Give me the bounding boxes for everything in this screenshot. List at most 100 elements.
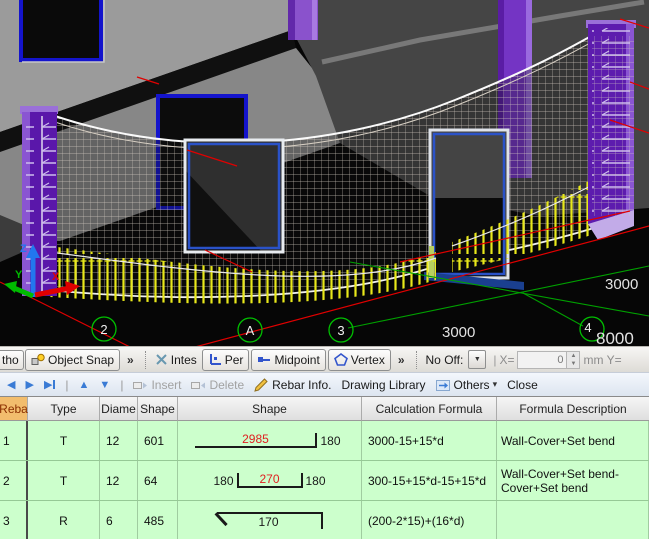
cell-formula[interactable]: 300-15+15*d-15+15*d [362, 461, 497, 500]
insert-label: Insert [151, 378, 181, 392]
cell-shape-code[interactable]: 601 [138, 421, 178, 460]
object-snap-label: Object Snap [48, 353, 114, 367]
others-button[interactable]: Others ▾ [433, 378, 501, 392]
axis-x-label: X [52, 271, 60, 283]
wall-window-opening [185, 140, 283, 252]
object-snap-button[interactable]: Object Snap [25, 349, 120, 371]
cell-shape-diagram[interactable]: 170 [178, 501, 362, 539]
cell-formula[interactable]: 3000-15+15*d [362, 421, 497, 460]
no-off-label: No Off: [426, 353, 464, 367]
object-snap-icon [31, 353, 45, 366]
cell-shape-code[interactable]: 64 [138, 461, 178, 500]
3d-viewport[interactable]: 2 A 3 4 3000 3000 8000 [0, 0, 649, 346]
table-toolbar: ◀ ▶ ▶ | ▲ ▼ | Insert Delete Rebar Info. [0, 372, 649, 396]
close-button[interactable]: Close [504, 378, 541, 392]
y-coordinate-label: mm Y= [583, 353, 621, 367]
others-label: Others [454, 378, 490, 392]
cell-diameter[interactable]: 12 [100, 461, 138, 500]
vertex-icon [334, 353, 348, 366]
drawing-library-button[interactable]: Drawing Library [339, 378, 429, 392]
stepper-down-icon[interactable]: ▼ [567, 360, 579, 368]
column-right [586, 20, 636, 240]
bubble-4: 4 [584, 320, 591, 335]
x-coordinate-stepper[interactable]: ▲▼ [517, 351, 580, 369]
rebar-table: Reba Type Diame Shape Shape Calculation … [0, 396, 649, 539]
separator: | [120, 378, 123, 392]
table-row[interactable]: 1 T 12 601 2985 180 3000-15+15*d Wall-Co… [0, 421, 649, 461]
cell-rebar-no[interactable]: 3 [0, 501, 28, 539]
3d-scene: 2 A 3 4 3000 3000 8000 [0, 0, 649, 346]
axis-y-label: Y [15, 269, 23, 281]
move-up-button[interactable]: ▲ [76, 379, 93, 391]
shape-diagram: 2985 180 [195, 433, 343, 448]
cell-type[interactable]: T [28, 421, 100, 460]
bend-length: 180 [306, 475, 326, 488]
x-coordinate-input[interactable] [517, 351, 567, 369]
ortho-button-partial[interactable]: tho [0, 350, 24, 370]
stepper-up-icon[interactable]: ▲ [567, 352, 579, 360]
vertex-label: Vertex [351, 353, 385, 367]
header-shape-code[interactable]: Shape [138, 397, 178, 421]
cell-rebar-no[interactable]: 2 [0, 461, 28, 500]
cell-type[interactable]: T [28, 461, 100, 500]
delete-icon [191, 378, 206, 392]
move-down-button[interactable]: ▼ [96, 379, 113, 391]
offset-dropdown[interactable]: No Off: ▼ [422, 350, 491, 370]
cell-diameter[interactable]: 12 [100, 421, 138, 460]
segment-length: 2985 [242, 433, 269, 446]
hook-mark [214, 512, 227, 526]
cell-shape-diagram[interactable]: 2985 180 [178, 421, 362, 460]
bubble-2: 2 [100, 322, 107, 337]
cell-shape-code[interactable]: 485 [138, 501, 178, 539]
intersection-snap-item[interactable]: Intes [151, 350, 201, 370]
close-label: Close [507, 378, 538, 392]
cell-description[interactable] [497, 501, 649, 539]
cell-type[interactable]: R [28, 501, 100, 539]
perpendicular-snap-button[interactable]: Per [202, 349, 250, 371]
header-shape-diagram[interactable]: Shape [178, 397, 362, 421]
shape-diagram: 170 [217, 512, 323, 529]
table-row[interactable]: 2 T 12 64 180 270 180 300-15+15*d-15+15*… [0, 461, 649, 501]
separator [145, 351, 146, 369]
rebar-cad-window: 2 A 3 4 3000 3000 8000 [0, 0, 649, 539]
delete-button[interactable]: Delete [188, 378, 247, 392]
drawing-library-label: Drawing Library [342, 378, 426, 392]
dim-bottom: 3000 [442, 324, 475, 341]
header-diameter[interactable]: Diame [100, 397, 138, 421]
cell-description[interactable]: Wall-Cover+Set bend-Cover+Set bend [497, 461, 649, 500]
header-formula-description[interactable]: Formula Description [497, 397, 649, 421]
nav-last-button[interactable]: ▶ [41, 378, 58, 391]
cell-shape-diagram[interactable]: 180 270 180 [178, 461, 362, 500]
separator [416, 351, 417, 369]
segment-length: 170 [258, 516, 278, 529]
building-window-1 [21, 0, 101, 60]
chevron-down-icon[interactable]: ▼ [468, 350, 486, 369]
nav-prev-button[interactable]: ◀ [4, 378, 18, 391]
ortho-label: tho [2, 353, 19, 367]
cell-formula[interactable]: (200-2*15)+(16*d) [362, 501, 497, 539]
cell-diameter[interactable]: 6 [100, 501, 138, 539]
column-mid [288, 0, 318, 40]
per-label: Per [225, 353, 244, 367]
cell-rebar-no[interactable]: 1 [0, 421, 28, 460]
insert-button[interactable]: Insert [130, 378, 184, 392]
header-rebar-no[interactable]: Reba [0, 397, 28, 421]
stepper-arrows[interactable]: ▲▼ [567, 351, 580, 369]
table-row[interactable]: 3 R 6 485 170 (200-2*15)+(16*d) [0, 501, 649, 539]
rebar-info-button[interactable]: Rebar Info. [251, 378, 334, 392]
vertex-snap-button[interactable]: Vertex [328, 349, 391, 371]
bubble-A: A [246, 323, 255, 338]
nav-next-button[interactable]: ▶ [22, 378, 36, 391]
dim-corner: 8000 [596, 329, 634, 346]
midpoint-snap-button[interactable]: Midpoint [251, 349, 325, 371]
header-calculation-formula[interactable]: Calculation Formula [362, 397, 497, 421]
delete-label: Delete [209, 378, 244, 392]
toolbar-overflow-left[interactable]: » [127, 353, 134, 367]
bubble-3: 3 [337, 323, 344, 338]
bend-length: 180 [213, 475, 233, 488]
header-type[interactable]: Type [28, 397, 100, 421]
toolbar-overflow-right[interactable]: » [398, 353, 405, 367]
dim-right: 3000 [605, 276, 638, 293]
cell-description[interactable]: Wall-Cover+Set bend [497, 421, 649, 460]
chevron-down-icon: ▾ [493, 379, 498, 390]
